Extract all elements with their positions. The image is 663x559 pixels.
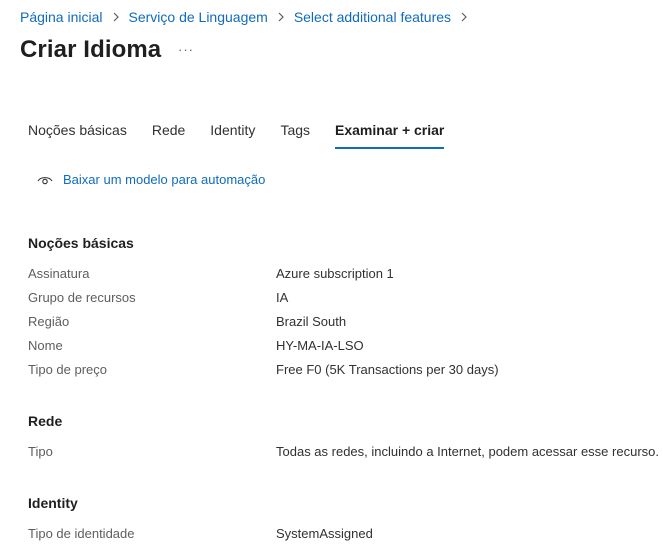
summary-value: IA	[276, 289, 289, 305]
tab-identity[interactable]: Identity	[210, 122, 255, 148]
summary-value: Free F0 (5K Transactions per 30 days)	[276, 361, 499, 377]
breadcrumb: Página inicial Serviço de Linguagem Sele…	[20, 9, 477, 25]
summary-label: Assinatura	[28, 265, 90, 281]
chevron-right-icon	[278, 12, 284, 22]
summary-label: Tipo	[28, 443, 53, 459]
eye-icon	[37, 176, 53, 184]
network-section: Rede Tipo Todas as redes, incluindo a In…	[28, 413, 663, 463]
breadcrumb-language-service-link[interactable]: Serviço de Linguagem	[129, 9, 268, 25]
summary-value: SystemAssigned	[276, 525, 373, 541]
summary-label: Tipo de preço	[28, 361, 108, 377]
more-options-button[interactable]: ···	[178, 42, 194, 57]
summary-row: Tipo Todas as redes, incluindo a Interne…	[28, 439, 663, 463]
section-title-network: Rede	[28, 413, 63, 429]
chevron-right-icon	[113, 12, 119, 22]
summary-row: Tipo de identidade SystemAssigned	[28, 521, 663, 545]
breadcrumb-additional-features-link[interactable]: Select additional features	[294, 9, 451, 25]
download-template-label[interactable]: Baixar um modelo para automação	[63, 172, 265, 187]
summary-label: Região	[28, 313, 70, 329]
summary-value: Azure subscription 1	[276, 265, 394, 281]
summary-value: HY-MA-IA-LSO	[276, 337, 364, 353]
summary-row: Nome HY-MA-IA-LSO	[28, 333, 663, 357]
summary-value: Todas as redes, incluindo a Internet, po…	[276, 443, 659, 459]
section-title-identity: Identity	[28, 495, 78, 511]
identity-section: Identity Tipo de identidade SystemAssign…	[28, 495, 663, 545]
summary-label: Grupo de recursos	[28, 289, 136, 305]
chevron-right-icon	[461, 12, 467, 22]
summary-value: Brazil South	[276, 313, 347, 329]
summary-row: Assinatura Azure subscription 1	[28, 261, 663, 285]
summary-row: Região Brazil South	[28, 309, 663, 333]
tab-tags[interactable]: Tags	[280, 122, 310, 148]
breadcrumb-home-link[interactable]: Página inicial	[20, 9, 103, 25]
page-title: Criar Idioma	[20, 36, 162, 63]
section-title-basics: Noções básicas	[28, 235, 134, 251]
basics-section: Noções básicas Assinatura Azure subscrip…	[28, 235, 663, 381]
summary-label: Tipo de identidade	[28, 525, 135, 541]
tab-network[interactable]: Rede	[152, 122, 185, 148]
wizard-tabs: Noções básicas Rede Identity Tags Examin…	[28, 122, 469, 149]
tab-basics[interactable]: Noções básicas	[28, 122, 127, 148]
tab-review-create[interactable]: Examinar + criar	[335, 122, 445, 149]
summary-row: Grupo de recursos IA	[28, 285, 663, 309]
summary-row: Tipo de preço Free F0 (5K Transactions p…	[28, 357, 663, 381]
summary-label: Nome	[28, 337, 63, 353]
download-template-link[interactable]: Baixar um modelo para automação	[37, 172, 265, 187]
